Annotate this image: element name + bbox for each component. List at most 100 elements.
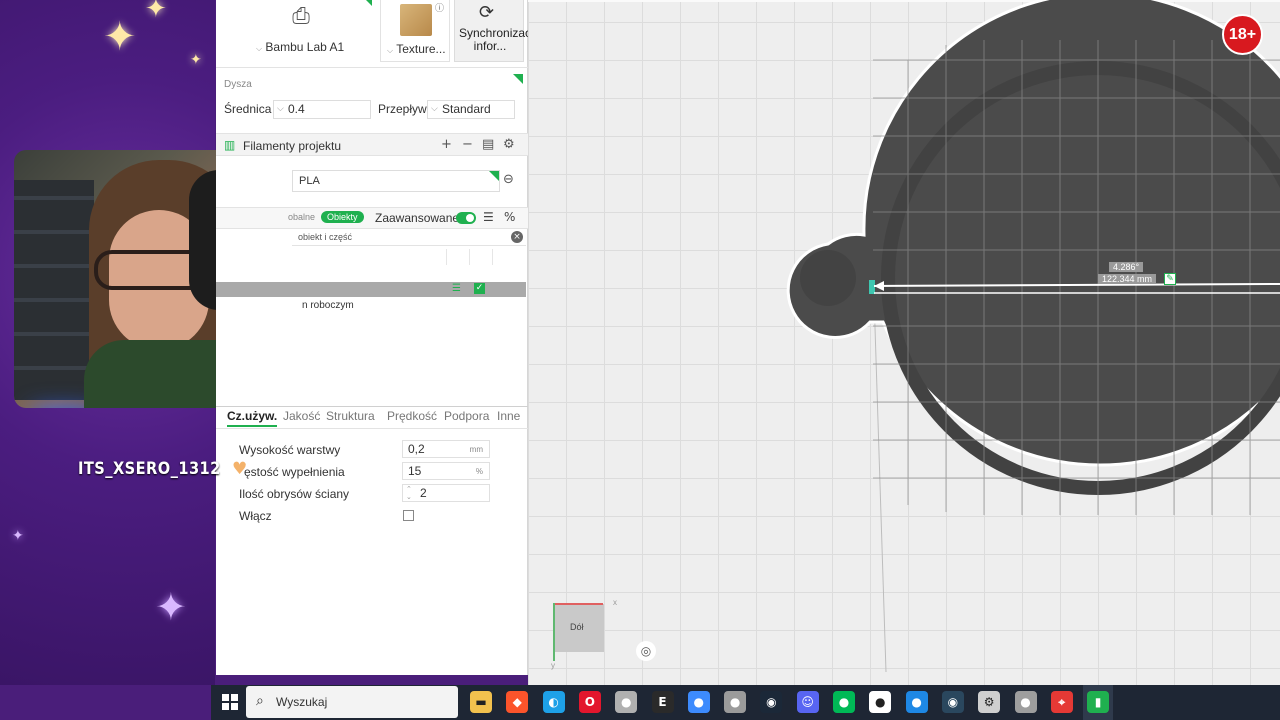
app-icon[interactable]: ●: [615, 691, 638, 713]
plate-type-selector[interactable]: ⓘ ⌵ Texture...: [380, 0, 450, 62]
taskbar-search-placeholder: Wyszukaj: [276, 695, 328, 709]
viewport-guide-line: [873, 295, 887, 673]
flow-label: Przepływ: [378, 102, 427, 116]
filament-sync-icon[interactable]: ▤: [482, 137, 494, 152]
tab-support[interactable]: Podpora: [444, 409, 489, 423]
tab-speed[interactable]: Prędkość: [387, 409, 437, 423]
object-row-selected[interactable]: ☰ ✓: [216, 282, 526, 297]
app-icon[interactable]: ●: [1014, 691, 1037, 713]
discord-icon[interactable]: ☺: [796, 691, 819, 713]
measure-start-marker: [869, 280, 875, 294]
plate-type-label: Texture...: [396, 42, 446, 56]
filament-select[interactable]: PLA: [292, 170, 500, 192]
object-sub-item[interactable]: n roboczym: [302, 300, 354, 311]
infill-density-label: ęstość wypełnienia: [244, 465, 345, 479]
app-icon[interactable]: ●: [869, 691, 892, 713]
model-view: [786, 0, 1280, 673]
maps-icon[interactable]: ⌖: [1050, 691, 1073, 713]
percent-icon[interactable]: %: [504, 210, 515, 224]
taskbar-search-input[interactable]: ⌕ Wyszukaj: [246, 686, 458, 718]
gear-icon[interactable]: ⚙: [503, 137, 515, 152]
edit-measure-icon[interactable]: ✎: [1164, 273, 1176, 285]
measure-angle-label: 4.286°: [1109, 262, 1144, 272]
settings-icon[interactable]: ⚙: [978, 691, 1001, 713]
clear-search-icon[interactable]: ×: [511, 231, 523, 243]
edge-icon[interactable]: ◐: [542, 691, 565, 713]
stepper-arrows-icon[interactable]: ⌃ ⌄: [406, 485, 412, 501]
corner-indicator: [513, 74, 523, 84]
object-search-input[interactable]: obiekt i część: [292, 230, 526, 246]
view-cube-face-label: Dół: [570, 622, 584, 632]
nozzle-diameter-select[interactable]: ⌵ 0.4: [273, 100, 371, 119]
model-hang-hole: [800, 250, 856, 306]
settings-tabs: Cz.używ. Jakość Struktura Prędkość Podpo…: [216, 407, 528, 429]
file-explorer-icon[interactable]: ▬: [470, 691, 492, 713]
mode-objects-tab[interactable]: Obiekty: [321, 211, 364, 223]
heart-icon: ♥: [232, 459, 248, 479]
nozzle-section-title: Dysza: [224, 79, 252, 90]
filament-spool-icon: ▥: [224, 138, 236, 152]
mode-global-tab[interactable]: obalne: [288, 212, 315, 222]
sparkle-decoration: ✦: [145, 0, 167, 24]
nozzle-diameter-label: Średnica: [224, 102, 272, 116]
list-icon[interactable]: ☰: [483, 210, 494, 224]
y-axis-label: y: [551, 661, 555, 670]
tab-quality[interactable]: Jakość: [283, 409, 320, 423]
printer-selector[interactable]: ⎙ ⌵ Bambu Lab A1: [222, 0, 384, 62]
add-filament-icon[interactable]: +: [441, 137, 452, 152]
settings-panel: ⎙ ⌵ Bambu Lab A1 ⓘ ⌵ Texture... ⟳ Synchr…: [216, 0, 541, 675]
epic-games-icon[interactable]: E: [651, 691, 674, 713]
sparkle-decoration: ✦: [155, 585, 187, 629]
remove-filament-icon[interactable]: −: [462, 137, 473, 152]
sync-button[interactable]: ⟳ Synchronizacja infor...: [454, 0, 541, 62]
view-cube[interactable]: Dół: [554, 604, 604, 652]
measure-length-label: 122.344 mm: [1098, 274, 1157, 284]
camera-reset-icon[interactable]: ◎: [636, 641, 656, 661]
sparkle-decoration: ✦: [12, 528, 24, 544]
layer-height-input[interactable]: 0,2 mm: [402, 440, 490, 458]
visible-check-icon[interactable]: ✓: [474, 283, 485, 294]
remove-circle-icon[interactable]: ⊖: [503, 172, 514, 187]
bambu-studio-icon[interactable]: ▮: [1087, 691, 1110, 713]
printer-icon: ⎙: [292, 4, 310, 29]
sync-label: Synchronizacja infor...: [459, 26, 541, 53]
opera-icon[interactable]: O: [578, 691, 601, 713]
info-icon[interactable]: ⓘ: [435, 1, 444, 14]
steam-icon[interactable]: ◉: [760, 691, 783, 713]
tab-other[interactable]: Inne: [497, 409, 520, 423]
app-icon[interactable]: ●: [724, 691, 747, 713]
app-icon[interactable]: ●: [905, 691, 928, 713]
filaments-title: Filamenty projektu: [243, 139, 342, 153]
windows-start-icon[interactable]: [222, 694, 238, 710]
settings-lines-icon[interactable]: ☰: [452, 283, 461, 294]
steam-icon[interactable]: ◉: [941, 691, 964, 713]
corner-indicator: [489, 171, 499, 181]
tab-strength[interactable]: Struktura: [326, 409, 375, 423]
plate-texture-swatch: [400, 4, 432, 36]
x-axis-indicator: [553, 603, 603, 605]
3d-viewport[interactable]: [528, 0, 1280, 685]
wall-loops-stepper[interactable]: ⌃ ⌄ 2: [402, 484, 490, 502]
sync-icon: ⟳: [479, 2, 495, 23]
wall-loops-label: Ilość obrysów ściany: [239, 487, 350, 501]
layer-height-label: Wysokość warstwy: [239, 443, 341, 457]
x-axis-label: x: [613, 598, 617, 607]
y-axis-indicator: [553, 603, 555, 661]
settings-mode-bar: obalne Obiekty Zaawansowane ☰ %: [216, 207, 528, 229]
sparkle-decoration: ✦: [190, 52, 202, 68]
enable-label: Włącz: [239, 509, 272, 523]
age-rating-badge: 18+: [1222, 14, 1263, 55]
filament-name: PLA: [299, 175, 320, 187]
brave-icon[interactable]: ◆: [506, 691, 529, 713]
app-icon[interactable]: ●: [833, 691, 855, 713]
infill-density-input[interactable]: 15 %: [402, 462, 490, 480]
tab-frequent[interactable]: Cz.używ.: [227, 409, 278, 427]
search-icon: ⌕: [256, 693, 264, 709]
advanced-toggle[interactable]: [456, 212, 476, 224]
printer-name: Bambu Lab A1: [265, 40, 345, 54]
sparkle-decoration: ✦: [103, 14, 137, 60]
enable-checkbox[interactable]: [403, 510, 414, 521]
printer-row: ⎙ ⌵ Bambu Lab A1 ⓘ ⌵ Texture... ⟳ Synchr…: [216, 0, 541, 66]
app-icon[interactable]: ●: [687, 691, 710, 713]
flow-select[interactable]: ⌵ Standard: [427, 100, 515, 119]
